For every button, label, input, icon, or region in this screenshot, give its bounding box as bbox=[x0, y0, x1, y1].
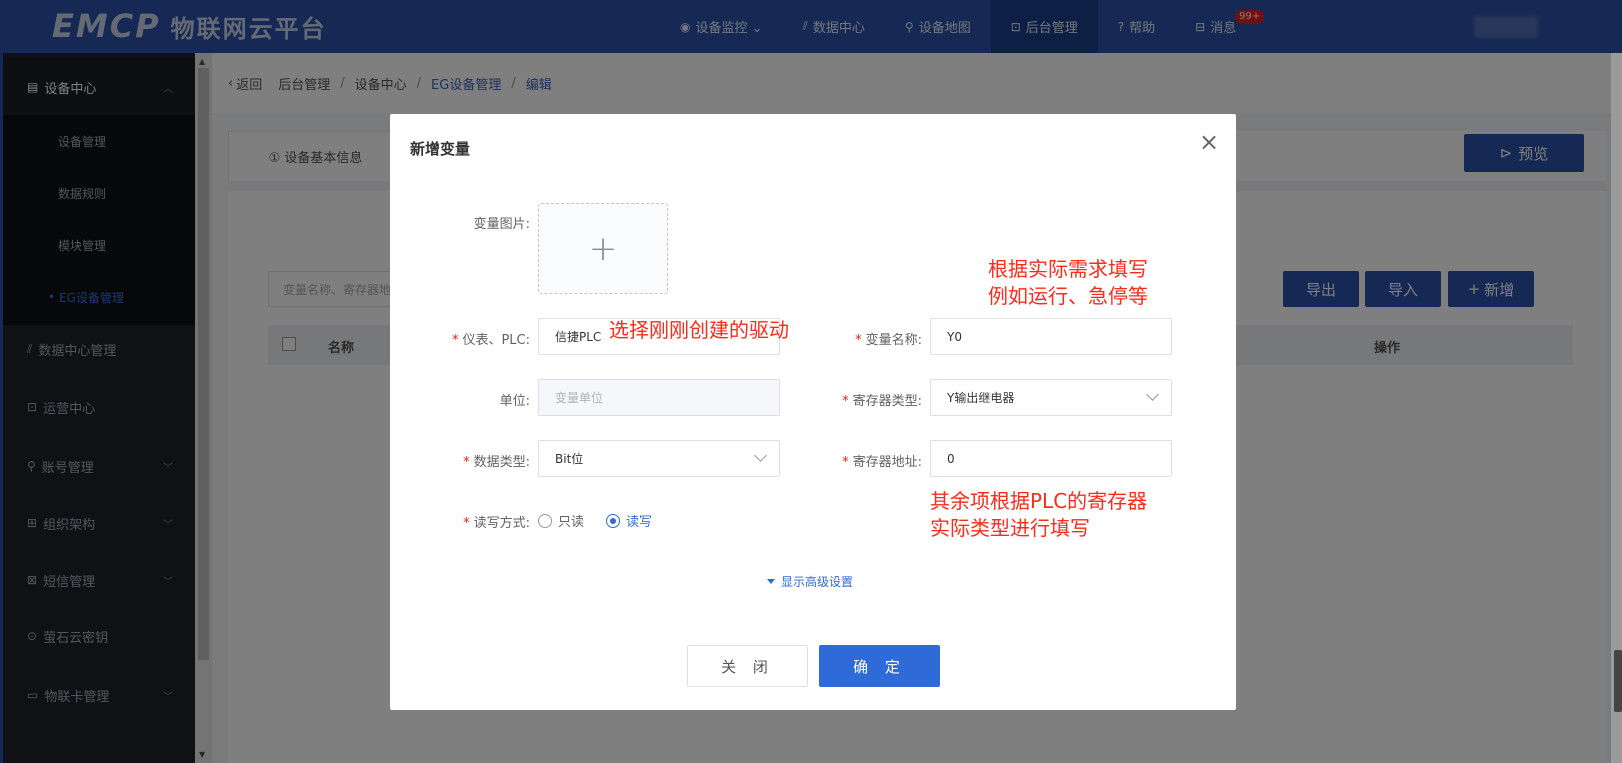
required-mark: * bbox=[855, 333, 862, 348]
reg-type-select[interactable]: Y输出继电器 bbox=[930, 379, 1172, 416]
annotation-line: 实际类型进行填写 bbox=[930, 516, 1090, 540]
var-name-label: * 变量名称: bbox=[855, 333, 922, 348]
annotation-register: 其余项根据PLC的寄存器 实际类型进行填写 bbox=[930, 488, 1147, 542]
reg-type-label: * 寄存器类型: bbox=[842, 394, 922, 409]
annotation-line: 根据实际需求填写 bbox=[988, 257, 1148, 281]
plus-icon: + bbox=[588, 228, 618, 269]
annotation-line: 例如运行、急停等 bbox=[988, 284, 1148, 308]
annotation-line: 其余项根据PLC的寄存器 bbox=[930, 489, 1148, 513]
advanced-label: 显示高级设置 bbox=[781, 575, 854, 589]
data-type-value: Bit位 bbox=[555, 452, 584, 466]
required-mark: * bbox=[463, 516, 470, 531]
rw-label: * 读写方式: bbox=[463, 516, 530, 531]
page-scroll-thumb[interactable] bbox=[1614, 650, 1622, 712]
reg-addr-label: * 寄存器地址: bbox=[842, 455, 922, 470]
advanced-settings-toggle[interactable]: 显示高级设置 bbox=[767, 573, 853, 590]
required-mark: * bbox=[463, 455, 470, 470]
required-mark: * bbox=[842, 394, 849, 409]
caret-down-icon bbox=[767, 579, 775, 584]
var-name-input[interactable]: Y0 bbox=[930, 318, 1172, 355]
annotation-driver: 选择刚刚创建的驱动 bbox=[609, 318, 789, 342]
image-upload[interactable]: + bbox=[538, 203, 668, 294]
reg-type-value: Y输出继电器 bbox=[947, 391, 1015, 405]
required-mark: * bbox=[842, 455, 849, 470]
unit-label: 单位: bbox=[499, 394, 530, 409]
required-mark: * bbox=[451, 333, 459, 348]
radio-label: 只读 bbox=[558, 515, 585, 530]
image-label: 变量图片: bbox=[473, 217, 530, 232]
chevron-down-icon bbox=[754, 449, 767, 462]
cancel-button[interactable]: 关 闭 bbox=[687, 645, 808, 687]
close-icon[interactable]: × bbox=[1195, 128, 1223, 156]
data-type-label: * 数据类型: bbox=[463, 455, 530, 470]
radio-readwrite[interactable]: 读写 bbox=[606, 511, 652, 530]
chevron-down-icon bbox=[1146, 388, 1159, 401]
add-variable-dialog: 新增变量 × 变量图片: + * 仪表、PLC: 信捷PLC * 变量名称: Y0 … bbox=[390, 114, 1236, 710]
radio-circle bbox=[538, 513, 552, 528]
radio-label: 读写 bbox=[626, 515, 653, 530]
data-type-select[interactable]: Bit位 bbox=[538, 440, 780, 477]
annotation-var-name: 根据实际需求填写 例如运行、急停等 bbox=[988, 256, 1148, 310]
radio-readonly[interactable]: 只读 bbox=[538, 511, 584, 530]
confirm-button[interactable]: 确 定 bbox=[819, 645, 940, 687]
unit-input[interactable]: 变量单位 bbox=[538, 379, 780, 416]
reg-addr-input[interactable]: 0 bbox=[930, 440, 1172, 477]
device-label: * 仪表、PLC: bbox=[451, 333, 530, 348]
rw-radio-group: 只读 读写 bbox=[538, 511, 674, 530]
radio-circle bbox=[606, 513, 621, 528]
dialog-title: 新增变量 bbox=[410, 140, 471, 158]
